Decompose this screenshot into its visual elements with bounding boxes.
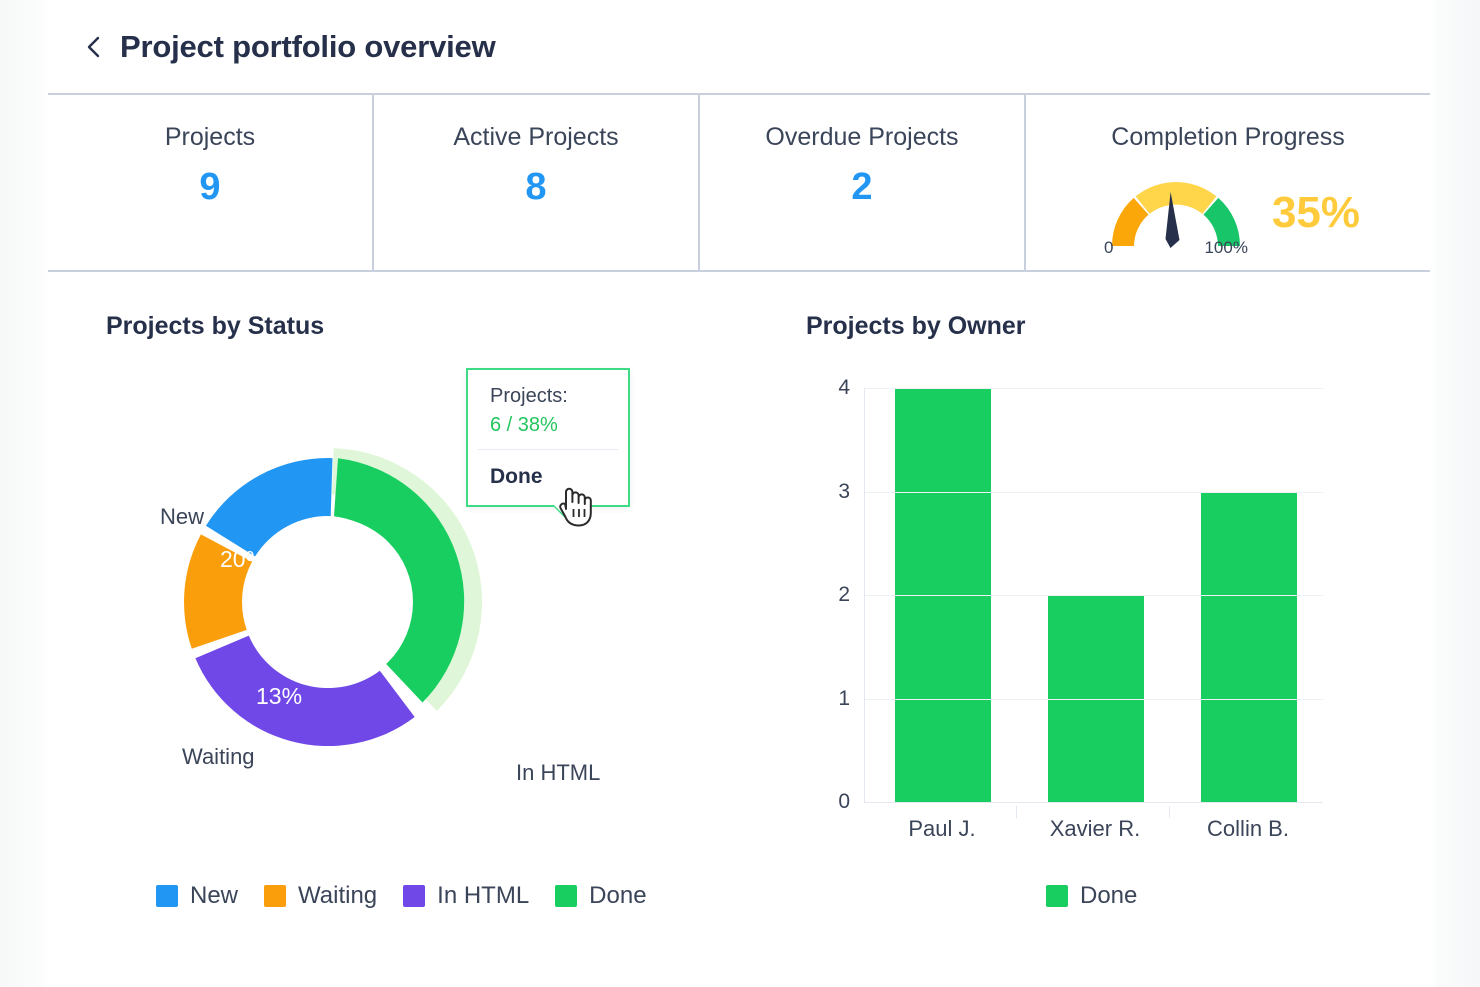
kpi-card-projects[interactable]: Projects 9 (48, 95, 374, 270)
completion-gauge: 0 100% (1096, 170, 1256, 262)
bar-collin-b[interactable] (1201, 491, 1297, 802)
donut-category-label-new: New (160, 504, 205, 529)
kpi-card-active-projects[interactable]: Active Projects 8 (374, 95, 700, 270)
kpi-label: Completion Progress (1111, 123, 1345, 151)
legend-label: In HTML (437, 882, 530, 909)
charts-region: Projects by Status 20% 13% 29% New Waiti… (48, 272, 1430, 965)
projects-by-status-panel: Projects by Status 20% 13% 29% New Waiti… (48, 272, 748, 965)
gridline (865, 595, 1323, 596)
legend-label: Done (1080, 882, 1138, 909)
projects-by-owner-panel: Projects by Owner 4 3 2 1 0 Paul J. Xavi… (748, 272, 1430, 965)
gauge-value: 35% (1271, 188, 1361, 237)
legend-label: Done (589, 882, 647, 909)
legend-swatch-in-html (403, 885, 426, 907)
gauge-wrapper: 0 100% 35% (1096, 170, 1360, 262)
kpi-label: Projects (164, 123, 256, 151)
legend-item-waiting[interactable]: Waiting (264, 882, 377, 910)
plot-area (864, 388, 1323, 803)
kpi-value: 8 (525, 166, 547, 208)
x-axis: Paul J. Xavier R. Collin B. (864, 806, 1322, 846)
kpi-row: Projects 9 Active Projects 8 Overdue Pro… (48, 95, 1430, 272)
donut-category-label-waiting: Waiting (182, 744, 255, 769)
bar-chart: 4 3 2 1 0 Paul J. Xavier R. Collin B. (748, 362, 1388, 852)
chart-title-owner: Projects by Owner (806, 312, 1026, 340)
legend-label: Waiting (298, 882, 378, 909)
donut-legend: New Waiting In HTML Done (156, 882, 647, 910)
page-title: Project portfolio overview (120, 28, 496, 64)
y-tick: 3 (838, 479, 850, 503)
kpi-value: 2 (851, 166, 873, 208)
y-tick: 1 (838, 686, 850, 710)
y-tick: 4 (838, 376, 850, 399)
donut-value-label-waiting: 13% (256, 683, 303, 709)
gridline (865, 491, 1323, 493)
tooltip-key: Projects: (490, 385, 568, 407)
legend-item-done[interactable]: Done (1046, 882, 1137, 910)
x-tick: Collin B. (1207, 816, 1289, 841)
bar-legend: Done (1046, 882, 1137, 910)
gauge-scale: 0 100% (1096, 238, 1256, 258)
chevron-left-icon[interactable] (82, 35, 106, 59)
donut-category-label-in-html: In HTML (516, 760, 601, 785)
legend-swatch-done (555, 885, 578, 907)
chart-tooltip: Projects: 6 / 38% Done (466, 368, 630, 520)
dashboard-page: Project portfolio overview Projects 9 Ac… (0, 0, 1480, 987)
gauge-max-label: 100% (1204, 238, 1248, 257)
kpi-card-overdue-projects[interactable]: Overdue Projects 2 (700, 95, 1026, 270)
chart-title-status: Projects by Status (106, 312, 325, 340)
y-tick: 2 (838, 583, 850, 606)
page-header: Project portfolio overview (48, 0, 1430, 95)
gridline (865, 388, 1323, 389)
kpi-label: Overdue Projects (765, 123, 959, 151)
tooltip-series-label: Done (490, 465, 543, 488)
legend-swatch-done (1046, 885, 1068, 907)
tooltip-value: 6 / 38% (490, 414, 558, 436)
tooltip-arrow (554, 505, 584, 520)
legend-label: New (190, 882, 239, 909)
donut-value-label-in-html: 29% (438, 717, 485, 743)
kpi-value: 9 (199, 166, 221, 208)
donut-value-label-new: 20% (220, 546, 267, 572)
legend-item-new[interactable]: New (156, 882, 238, 910)
y-axis: 4 3 2 1 0 (816, 376, 850, 813)
tooltip-top: Projects: 6 / 38% (468, 370, 628, 449)
x-tick: Paul J. (908, 816, 976, 841)
donut-chart: 20% 13% 29% New Waiting In HTML Projects… (78, 362, 718, 852)
gridline (865, 698, 1323, 700)
gauge-min-label: 0 (1103, 238, 1114, 257)
legend-swatch-new (156, 885, 178, 907)
legend-item-done[interactable]: Done (555, 882, 647, 910)
kpi-card-completion-progress[interactable]: Completion Progress 0 100% 35% (1026, 95, 1430, 270)
legend-item-in-html[interactable]: In HTML (403, 882, 529, 910)
x-tick: Xavier R. (1049, 816, 1141, 841)
kpi-label: Active Projects (453, 123, 619, 151)
y-tick: 0 (838, 790, 850, 813)
tooltip-bottom: Done (468, 450, 628, 505)
legend-swatch-waiting (264, 885, 287, 907)
dashboard-card: Project portfolio overview Projects 9 Ac… (48, 0, 1430, 965)
